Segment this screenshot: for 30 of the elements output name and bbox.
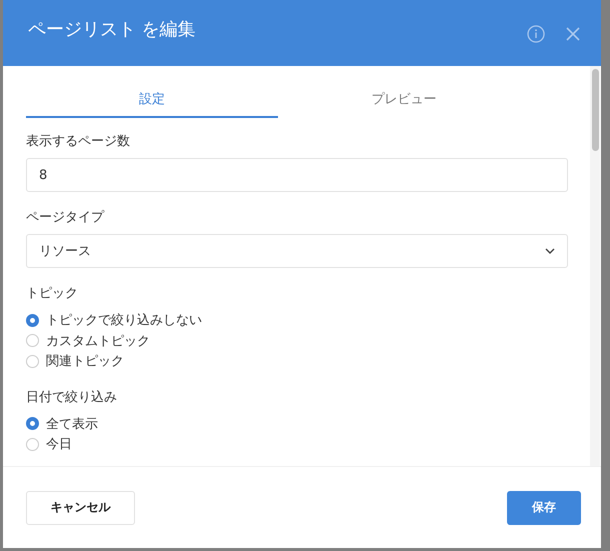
radio-option[interactable]: カスタムトピック	[26, 330, 150, 351]
radio-option[interactable]: 今日	[26, 434, 72, 454]
radio-button[interactable]	[26, 334, 39, 348]
radio-option[interactable]: トピックで絞り込みしない	[26, 310, 202, 330]
radio-label: 今日	[46, 436, 72, 454]
radio-button[interactable]	[26, 438, 39, 451]
radio-button[interactable]	[26, 314, 39, 327]
radio-option[interactable]: 関連トピック	[26, 351, 124, 372]
radio-label: 関連トピック	[46, 353, 124, 370]
info-icon[interactable]	[527, 25, 545, 43]
page-type-dropdown[interactable]: リソース	[26, 234, 568, 268]
field-label: ページタイプ	[26, 209, 106, 226]
radio-button[interactable]	[26, 417, 39, 430]
save-button[interactable]: 保存	[507, 490, 581, 524]
tab[interactable]: プレビュー	[278, 90, 530, 118]
radio-label: カスタムトピック	[46, 332, 150, 350]
cancel-button[interactable]: キャンセル	[26, 490, 135, 524]
dialog-title: ページリスト を編集	[28, 18, 196, 41]
number-input-field[interactable]: 8	[26, 158, 568, 192]
radio-button[interactable]	[26, 354, 39, 368]
field-label: 日付で絞り込み	[26, 388, 118, 406]
close-icon[interactable]	[565, 26, 581, 42]
field-label: 表示するページ数	[26, 133, 131, 150]
radio-option[interactable]: 全て表示	[26, 414, 98, 434]
field-label: トピック	[26, 285, 79, 302]
chevron-down-icon	[545, 248, 555, 254]
tab[interactable]: 設定	[26, 90, 278, 118]
scrollbar[interactable]	[590, 66, 600, 466]
radio-label: トピックで絞り込みしない	[46, 312, 202, 330]
radio-label: 全て表示	[46, 416, 98, 433]
